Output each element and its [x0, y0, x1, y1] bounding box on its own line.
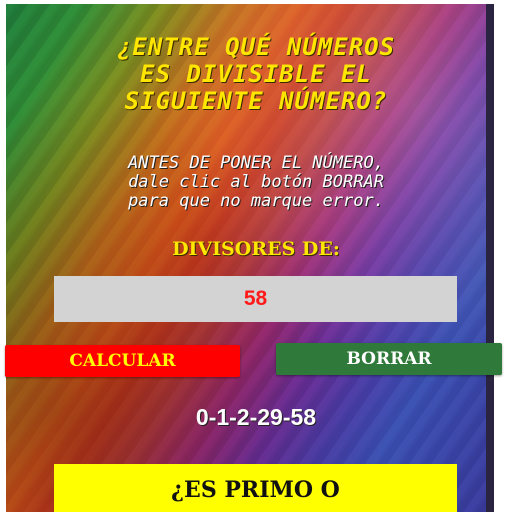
number-input[interactable]: 58: [54, 276, 457, 322]
divisors-label: DIVISORES DE:: [172, 238, 340, 260]
instructions-text: ANTES DE PONER EL NÚMERO, dale clic al b…: [128, 153, 384, 211]
calculate-button[interactable]: CALCULAR: [5, 345, 240, 377]
question-title: ¿ENTRE QUÉ NÚMEROS ES DIVISIBLE EL SIGUI…: [116, 33, 396, 115]
divisors-result: 0-1-2-29-58: [195, 404, 317, 430]
clear-button[interactable]: BORRAR: [276, 343, 502, 375]
prime-question-box[interactable]: ¿ES PRIMO O: [54, 464, 457, 512]
app-frame: ¿ENTRE QUÉ NÚMEROS ES DIVISIBLE EL SIGUI…: [0, 0, 512, 512]
